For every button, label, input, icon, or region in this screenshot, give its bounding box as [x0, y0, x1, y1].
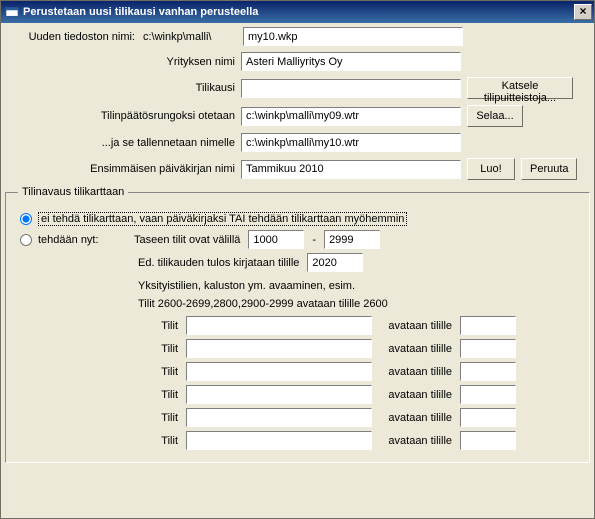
templates-button[interactable]: Katsele tilipuitteistoja... — [467, 77, 573, 99]
tilit-range-3[interactable] — [186, 362, 372, 381]
firstjournal-label: Ensimmäisen päiväkirjan nimi — [5, 163, 241, 175]
open-row-2: Tilit avataan tilille — [18, 339, 577, 358]
row-period: Tilikausi Katsele tilipuitteistoja... — [5, 77, 590, 99]
avataan-target-3[interactable] — [460, 362, 516, 381]
radio-row-later[interactable]: ei tehdä tilikarttaan, vaan päiväkirjaks… — [18, 212, 577, 226]
open-row-3: Tilit avataan tilille — [18, 362, 577, 381]
filename-label: Uuden tiedoston nimi: — [5, 31, 141, 43]
runko-label: Tilinpäätösrungoksi otetaan — [5, 110, 241, 122]
tilit-range-6[interactable] — [186, 431, 372, 450]
open-row-5: Tilit avataan tilille — [18, 408, 577, 427]
browse-button[interactable]: Selaa... — [467, 105, 523, 127]
row-filename: Uuden tiedoston nimi: c:\winkp\malli\ — [5, 27, 590, 46]
filename-path-prefix: c:\winkp\malli\ — [141, 31, 243, 43]
cancel-button[interactable]: Peruuta — [521, 158, 577, 180]
avataan-label-6: avataan tilille — [372, 435, 460, 447]
save-label: ...ja se tallennetaan nimelle — [5, 137, 241, 149]
tilit-label-6: Tilit — [18, 435, 186, 447]
firstjournal-input[interactable] — [241, 160, 461, 179]
open-rows: Tilit avataan tilille Tilit avataan tili… — [18, 316, 577, 450]
radio-now[interactable] — [20, 234, 32, 246]
tilit-label-1: Tilit — [18, 320, 186, 332]
company-input[interactable] — [241, 52, 461, 71]
save-input[interactable] — [241, 133, 461, 152]
avataan-label-1: avataan tilille — [372, 320, 460, 332]
filename-input[interactable] — [243, 27, 463, 46]
avataan-label-2: avataan tilille — [372, 343, 460, 355]
result-label: Ed. tilikauden tulos kirjataan tilille — [138, 257, 307, 269]
range-to-input[interactable] — [324, 230, 380, 249]
client-area: Uuden tiedoston nimi: c:\winkp\malli\ Yr… — [5, 27, 590, 514]
row-runko: Tilinpäätösrungoksi otetaan Selaa... — [5, 105, 590, 127]
open-row-6: Tilit avataan tilille — [18, 431, 577, 450]
avataan-target-4[interactable] — [460, 385, 516, 404]
open-row-1: Tilit avataan tilille — [18, 316, 577, 335]
avataan-target-1[interactable] — [460, 316, 516, 335]
company-label: Yrityksen nimi — [5, 56, 241, 68]
tilit-label-3: Tilit — [18, 366, 186, 378]
tilit-label-4: Tilit — [18, 389, 186, 401]
radio-now-label: tehdään nyt: — [38, 234, 134, 246]
row-firstjournal: Ensimmäisen päiväkirjan nimi Luo! Peruut… — [5, 158, 590, 180]
tilit-range-4[interactable] — [186, 385, 372, 404]
tilit-label-2: Tilit — [18, 343, 186, 355]
period-label: Tilikausi — [5, 82, 241, 94]
info-line-1: Yksityistilien, kaluston ym. avaaminen, … — [138, 280, 577, 292]
tilit-range-2[interactable] — [186, 339, 372, 358]
range-from-input[interactable] — [248, 230, 304, 249]
radio-later[interactable] — [20, 213, 32, 225]
avataan-target-6[interactable] — [460, 431, 516, 450]
tilit-label-5: Tilit — [18, 412, 186, 424]
avataan-label-3: avataan tilille — [372, 366, 460, 378]
period-input[interactable] — [241, 79, 461, 98]
close-button[interactable]: × — [574, 4, 592, 20]
avataan-label-5: avataan tilille — [372, 412, 460, 424]
app-icon — [5, 5, 19, 19]
row-company: Yrityksen nimi — [5, 52, 590, 71]
row-result: Ed. tilikauden tulos kirjataan tilille — [138, 253, 577, 272]
window-title: Perustetaan uusi tilikausi vanhan perust… — [23, 6, 574, 18]
range-dash: - — [304, 234, 324, 246]
runko-input[interactable] — [241, 107, 461, 126]
info-line-2: Tilit 2600-2699,2800,2900-2999 avataan t… — [138, 298, 577, 310]
opening-legend: Tilinavaus tilikarttaan — [18, 186, 128, 198]
range-label: Taseen tilit ovat välillä — [134, 234, 248, 246]
radio-later-label: ei tehdä tilikarttaan, vaan päiväkirjaks… — [38, 212, 407, 226]
dialog-window: Perustetaan uusi tilikausi vanhan perust… — [0, 0, 595, 519]
opening-group: Tilinavaus tilikarttaan ei tehdä tilikar… — [5, 186, 590, 463]
avataan-target-2[interactable] — [460, 339, 516, 358]
create-button[interactable]: Luo! — [467, 158, 515, 180]
tilit-range-1[interactable] — [186, 316, 372, 335]
titlebar: Perustetaan uusi tilikausi vanhan perust… — [1, 1, 594, 23]
avataan-label-4: avataan tilille — [372, 389, 460, 401]
tilit-range-5[interactable] — [186, 408, 372, 427]
result-input[interactable] — [307, 253, 363, 272]
open-row-4: Tilit avataan tilille — [18, 385, 577, 404]
row-save: ...ja se tallennetaan nimelle — [5, 133, 590, 152]
radio-row-now[interactable]: tehdään nyt: Taseen tilit ovat välillä - — [18, 230, 577, 249]
avataan-target-5[interactable] — [460, 408, 516, 427]
